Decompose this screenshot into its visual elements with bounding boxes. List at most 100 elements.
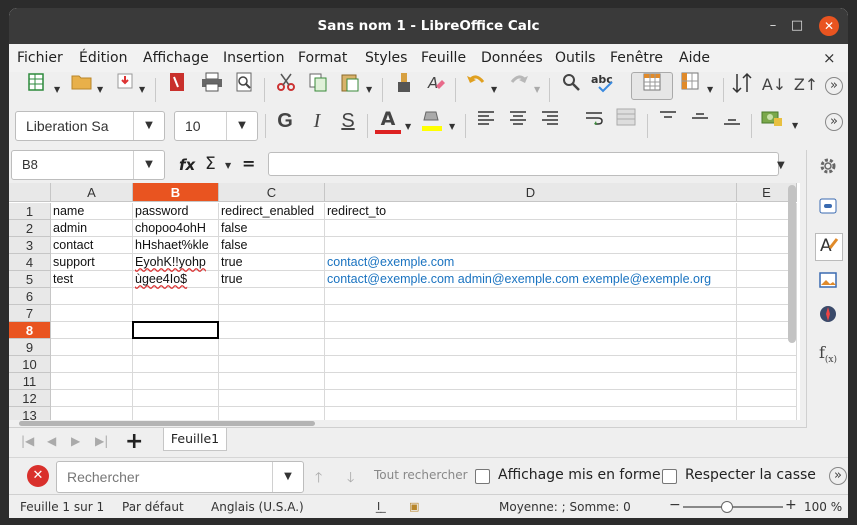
formatted-display-checkbox[interactable] — [475, 469, 490, 484]
match-case-checkbox[interactable] — [662, 469, 677, 484]
close-document-icon[interactable]: × — [823, 49, 836, 67]
cell-c9[interactable] — [219, 339, 325, 356]
close-button[interactable]: ✕ — [819, 16, 839, 36]
vertical-scrollbar[interactable] — [788, 185, 796, 343]
cell-d10[interactable] — [325, 356, 737, 373]
cell-a7[interactable] — [51, 305, 133, 322]
cell-b1[interactable]: password — [133, 203, 219, 220]
new-dropdown-icon[interactable]: ▼ — [54, 85, 60, 94]
italic-button[interactable]: I — [304, 108, 330, 134]
cell-d7[interactable] — [325, 305, 737, 322]
row-header-6[interactable]: 6 — [9, 288, 51, 305]
menu-fenetre[interactable]: Fenêtre — [610, 50, 663, 66]
cell-a8[interactable] — [51, 322, 133, 339]
sheet-tab-feuille1[interactable]: Feuille1 — [163, 428, 227, 451]
align-bottom-icon[interactable] — [719, 108, 745, 134]
copy-icon[interactable] — [305, 72, 331, 98]
currency-dropdown-icon[interactable]: ▼ — [792, 121, 798, 130]
cell-a4[interactable]: support — [51, 254, 133, 271]
horizontal-scrollbar[interactable] — [19, 421, 315, 426]
clone-formatting-icon[interactable] — [391, 72, 417, 98]
column-header-a[interactable]: A — [51, 183, 133, 202]
column-header-b[interactable]: B — [133, 183, 219, 202]
sum-dropdown-icon[interactable]: ▼ — [225, 161, 231, 170]
name-box[interactable]: B8 ▼ — [11, 150, 165, 180]
redo-icon[interactable] — [506, 72, 532, 98]
cell-b7[interactable] — [133, 305, 219, 322]
row-header-2[interactable]: 2 — [9, 220, 51, 237]
align-center-icon[interactable] — [505, 108, 531, 134]
language[interactable]: Anglais (U.S.A.) — [211, 500, 304, 514]
cell-c12[interactable] — [219, 390, 325, 407]
undo-dropdown-icon[interactable]: ▼ — [491, 85, 497, 94]
spreadsheet-grid[interactable]: A B C D E 1 name password redirect_enabled redire… — [9, 183, 800, 427]
row-column-icon[interactable] — [631, 72, 673, 100]
find-all-button[interactable]: Tout rechercher — [374, 468, 468, 482]
cell-a3[interactable]: contact — [51, 237, 133, 254]
highlight-dropdown-icon[interactable]: ▼ — [449, 122, 455, 131]
styles-icon[interactable]: A — [815, 233, 843, 261]
cell-b4[interactable]: EyohK!!yohp — [133, 254, 219, 271]
menu-feuille[interactable]: Feuille — [421, 50, 466, 66]
next-sheet-icon[interactable]: ▶ — [71, 434, 80, 448]
cell-b5[interactable]: ùgee4Io$ — [133, 271, 219, 288]
font-name-combo[interactable]: Liberation Sa ▼ — [15, 111, 165, 141]
cell-d11[interactable] — [325, 373, 737, 390]
cut-icon[interactable] — [273, 72, 299, 98]
cell-d12[interactable] — [325, 390, 737, 407]
font-size-dropdown-icon[interactable]: ▼ — [226, 112, 257, 140]
clear-formatting-icon[interactable]: A — [423, 72, 449, 98]
cell-a5[interactable]: test — [51, 271, 133, 288]
properties-icon[interactable] — [815, 196, 841, 222]
print-preview-icon[interactable] — [231, 72, 257, 98]
gallery-icon[interactable] — [815, 270, 841, 296]
sum-icon[interactable]: Σ — [205, 154, 216, 174]
more-format-options-icon[interactable]: » — [825, 113, 843, 131]
zoom-slider-handle[interactable] — [721, 501, 733, 513]
cell-d8[interactable] — [325, 322, 737, 339]
column-header-d[interactable]: D — [325, 183, 737, 202]
active-cell-cursor[interactable] — [132, 321, 219, 339]
cell-d9[interactable] — [325, 339, 737, 356]
cell-d5[interactable]: contact@exemple.com admin@exemple.com ex… — [325, 271, 737, 288]
sort-descending-icon[interactable]: Z↑ — [793, 72, 819, 98]
row-header-8[interactable]: 8 — [9, 322, 51, 339]
cell-b11[interactable] — [133, 373, 219, 390]
zoom-out-button[interactable]: − — [669, 497, 681, 513]
maximize-button[interactable]: □ — [787, 16, 807, 36]
functions-icon[interactable]: f(x) — [815, 340, 841, 366]
align-top-icon[interactable] — [655, 108, 681, 134]
sort-ascending-icon[interactable]: A↓ — [761, 72, 787, 98]
cell-c3[interactable]: false — [219, 237, 325, 254]
cell-c10[interactable] — [219, 356, 325, 373]
cell-d6[interactable] — [325, 288, 737, 305]
font-color-dropdown-icon[interactable]: ▼ — [405, 122, 411, 131]
cell-c7[interactable] — [219, 305, 325, 322]
print-icon[interactable] — [199, 72, 225, 98]
columns-dropdown-icon[interactable]: ▼ — [707, 85, 713, 94]
cell-a12[interactable] — [51, 390, 133, 407]
insert-columns-icon[interactable] — [677, 72, 703, 98]
prev-sheet-icon[interactable]: ◀ — [47, 434, 56, 448]
find-previous-icon[interactable]: 🡑 — [315, 467, 322, 491]
last-sheet-icon[interactable]: ▶| — [95, 434, 108, 448]
column-header-c[interactable]: C — [219, 183, 325, 202]
row-header-4[interactable]: 4 — [9, 254, 51, 271]
cell-a2[interactable]: admin — [51, 220, 133, 237]
add-sheet-button[interactable]: + — [125, 429, 143, 454]
menu-styles[interactable]: Styles — [365, 50, 407, 66]
row-header-3[interactable]: 3 — [9, 237, 51, 254]
navigator-icon[interactable] — [815, 304, 841, 330]
cell-c2[interactable]: false — [219, 220, 325, 237]
sort-icon[interactable] — [729, 72, 755, 98]
menu-aide[interactable]: Aide — [679, 50, 710, 66]
select-all-corner[interactable] — [9, 183, 51, 202]
cell-c8[interactable] — [219, 322, 325, 339]
cell-e10[interactable] — [737, 356, 797, 373]
cell-c6[interactable] — [219, 288, 325, 305]
function-wizard-icon[interactable]: fx — [179, 156, 195, 174]
settings-gear-icon[interactable] — [815, 156, 841, 182]
more-options-icon[interactable]: » — [825, 77, 843, 95]
cell-b2[interactable]: chopoo4ohH — [133, 220, 219, 237]
export-pdf-icon[interactable] — [164, 72, 190, 98]
